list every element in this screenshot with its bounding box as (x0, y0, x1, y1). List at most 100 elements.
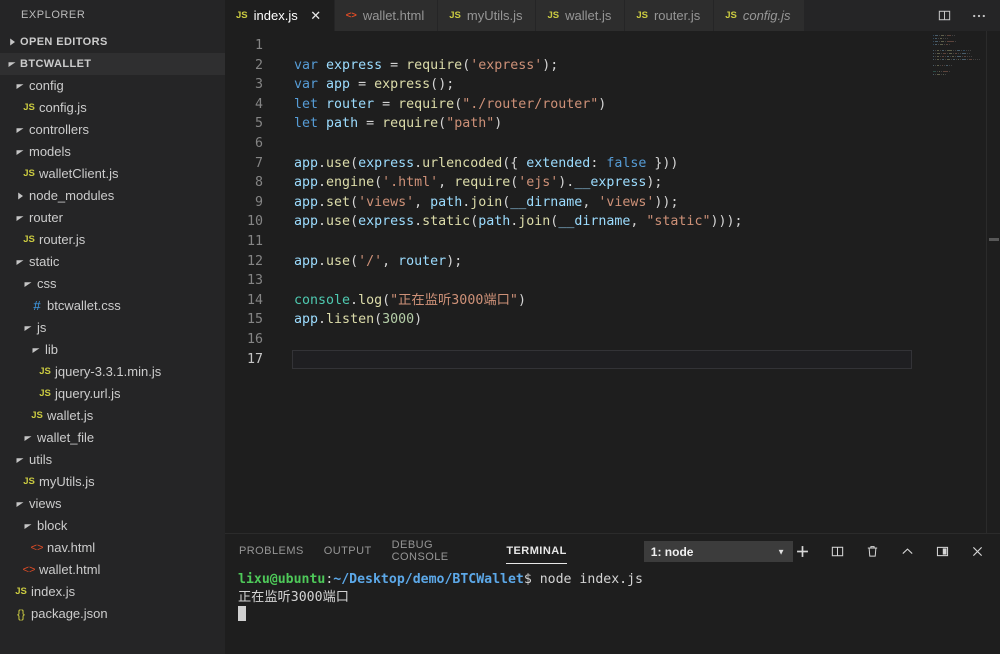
explorer-section-btcwallet[interactable]: BTCWALLET (0, 53, 225, 75)
tree-file-wallet-html[interactable]: <> wallet.html (0, 559, 225, 581)
tree-file-index-js[interactable]: JS index.js (0, 581, 225, 603)
explorer-title: EXPLORER (0, 0, 225, 31)
close-icon[interactable]: ✕ (309, 9, 323, 23)
code-content[interactable]: var express = require('express'); var app… (281, 31, 1000, 533)
tree-file-myutils-js[interactable]: JS myUtils.js (0, 471, 225, 493)
tree-file-jquery-url-js[interactable]: JS jquery.url.js (0, 383, 225, 405)
tree-item-label: config.js (39, 100, 87, 115)
minimap-token (945, 49, 947, 52)
tree-item-label: utils (29, 452, 53, 467)
chevron-up-icon[interactable] (898, 543, 916, 561)
tree-item-label: config (29, 78, 64, 93)
minimap-token (941, 58, 945, 61)
minimap-token (945, 58, 947, 61)
tab-index-js[interactable]: JS index.js ✕ (225, 0, 335, 31)
chevron-down-icon (12, 75, 28, 97)
tree-folder-models[interactable]: models (0, 141, 225, 163)
minimap-token (967, 55, 969, 58)
tree-folder-node-modules[interactable]: node_modules (0, 185, 225, 207)
chevron-down-icon (20, 427, 36, 449)
tab-wallet-js[interactable]: JS wallet.js (536, 0, 626, 31)
line-number-gutter: 1 2 3 4 5 6 7 8 9 10 11 12 13 14 15 16 17 (225, 31, 281, 533)
new-terminal-icon[interactable] (793, 543, 811, 561)
kill-terminal-icon[interactable] (863, 543, 881, 561)
minimap-token (949, 64, 951, 67)
indent-guide (0, 141, 12, 163)
terminal-selector[interactable]: 1: node ▼ (643, 541, 793, 562)
tab-label: wallet.js (565, 8, 612, 23)
tab-config-js[interactable]: JS config.js (714, 0, 805, 31)
minimap-token (970, 49, 972, 52)
explorer-section-open-editors[interactable]: OPEN EDITORS (0, 31, 225, 53)
minimap-line (930, 79, 986, 82)
code-area[interactable]: 1 2 3 4 5 6 7 8 9 10 11 12 13 14 15 16 17 var express = … (225, 31, 1000, 533)
tree-folder-js[interactable]: js (0, 317, 225, 339)
tree-file-nav-html[interactable]: <> nav.html (0, 537, 225, 559)
tree-folder-block[interactable]: block (0, 515, 225, 537)
minimap-token (941, 55, 945, 58)
minimap-token (945, 55, 947, 58)
tree-file-walletclient-js[interactable]: JS walletClient.js (0, 163, 225, 185)
minimap-token (937, 52, 940, 55)
tree-folder-wallet-file[interactable]: wallet_file (0, 427, 225, 449)
tree-folder-css[interactable]: css (0, 273, 225, 295)
minimap-token (959, 52, 961, 55)
minimap-token (956, 55, 961, 58)
tree-folder-utils[interactable]: utils (0, 449, 225, 471)
tree-item-label: lib (45, 342, 59, 357)
terminal-output-line: 正在监听3000端口 (238, 589, 349, 605)
minimap-token (937, 49, 939, 52)
tree-file-config-js[interactable]: JS config.js (0, 97, 225, 119)
js-file-icon: JS (725, 10, 737, 21)
tree-folder-views[interactable]: views (0, 493, 225, 515)
tree-file-wallet-js[interactable]: JS wallet.js (0, 405, 225, 427)
minimap-token (947, 55, 950, 58)
minimap-token (947, 37, 949, 40)
indent-guide (0, 449, 12, 471)
code-editor[interactable]: 1 2 3 4 5 6 7 8 9 10 11 12 13 14 15 16 17 var express = … (225, 31, 1000, 533)
split-terminal-icon[interactable] (828, 543, 846, 561)
minimap-token (935, 43, 937, 46)
indent-guide (0, 317, 20, 339)
tree-file-jquery-3-3-1-min-js[interactable]: JS jquery-3.3.1.min.js (0, 361, 225, 383)
tab-myutils-js[interactable]: JS myUtils.js (438, 0, 537, 31)
minimap[interactable] (930, 31, 986, 533)
tree-file-router-js[interactable]: JS router.js (0, 229, 225, 251)
chevron-down-icon (12, 207, 28, 229)
tree-item-label: jquery-3.3.1.min.js (55, 364, 162, 379)
tree-folder-controllers[interactable]: controllers (0, 119, 225, 141)
panel-tab-output[interactable]: OUTPUT (324, 542, 372, 561)
line-number: 13 (246, 273, 263, 289)
editor-scrollbar[interactable] (986, 31, 1000, 533)
tree-file-package-json[interactable]: {} package.json (0, 603, 225, 625)
minimap-token (939, 55, 941, 58)
tree-folder-lib[interactable]: lib (0, 339, 225, 361)
code-line (281, 349, 1000, 370)
code-line: var express = require('express'); (294, 57, 559, 73)
indent-guide (0, 603, 12, 625)
minimap-token (950, 58, 952, 61)
minimap-token (961, 55, 963, 58)
minimap-token (948, 52, 952, 55)
split-editor-icon[interactable] (934, 6, 954, 26)
tree-item-label: btcwallet.css (47, 298, 121, 313)
js-file-icon: JS (547, 10, 560, 21)
minimap-token (935, 52, 937, 55)
close-panel-icon[interactable] (968, 543, 986, 561)
tree-folder-router[interactable]: router (0, 207, 225, 229)
more-actions-icon[interactable] (969, 6, 989, 26)
maximize-panel-icon[interactable] (933, 543, 951, 561)
tab-router-js[interactable]: JS router.js (625, 0, 715, 31)
panel-tab-debug-console[interactable]: DEBUG CONSOLE (392, 536, 487, 567)
minimap-token (944, 40, 946, 43)
indent-guide (0, 493, 12, 515)
panel-tab-terminal[interactable]: TERMINAL (506, 542, 568, 564)
terminal-output[interactable]: lixu@ubuntu:~/Desktop/demo/BTCWallet$ no… (225, 569, 1000, 654)
panel-tab-problems[interactable]: PROBLEMS (239, 542, 304, 561)
tab-label: index.js (253, 8, 298, 23)
tree-folder-static[interactable]: static (0, 251, 225, 273)
tab-wallet-html[interactable]: <> wallet.html (334, 0, 439, 31)
tree-folder-config[interactable]: config (0, 75, 225, 97)
indent-guide (0, 515, 20, 537)
tree-file-btcwallet-css[interactable]: # btcwallet.css (0, 295, 225, 317)
